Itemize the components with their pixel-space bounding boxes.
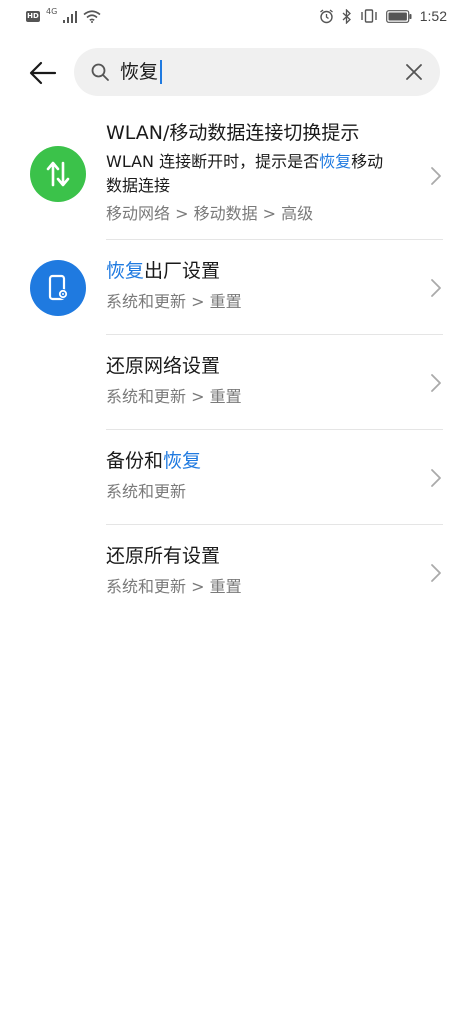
title-text: 出厂设置 [144,260,221,282]
vibrate-icon [361,9,377,23]
result-desc: WLAN 连接断开时，提示是否恢复移动 [106,150,423,174]
data-switch-icon [46,161,70,187]
search-input[interactable]: 恢复 [120,58,163,86]
status-left: HD 4G [26,7,101,23]
result-item-reset-network[interactable]: 还原网络设置 系统和更新 > 重置 [0,335,473,430]
phone-settings-icon [48,274,68,301]
wifi-icon [83,10,101,23]
highlight-text: 恢复 [106,260,145,282]
chevron-right-icon [431,469,441,487]
result-item-factory-reset[interactable]: 恢复出厂设置 系统和更新 > 重置 [0,240,473,335]
text-caret [160,60,163,84]
result-path: 系统和更新 > 重置 [106,577,242,596]
chevron-right-icon [431,167,441,185]
result-desc-line2: 数据连接 [106,176,171,195]
result-title: 备份和恢复 [106,448,423,474]
search-icon [91,63,109,81]
result-path: 系统和更新 [106,482,187,501]
result-text: 恢复出厂设置 系统和更新 > 重置 [106,258,423,314]
chevron-right-icon [431,374,441,392]
alarm-icon [319,8,333,23]
arrow-left-icon [29,61,57,85]
result-icon-wrap [30,146,86,202]
status-bar: HD 4G 1:52 [0,0,473,36]
result-path: 系统和更新 > 重置 [106,387,242,406]
search-box[interactable]: 恢复 [74,48,440,96]
result-item-wlan-switch-prompt[interactable]: WLAN/移动数据连接切换提示 WLAN 连接断开时，提示是否恢复移动 数据连接… [0,112,473,240]
result-item-backup-restore[interactable]: 备份和恢复 系统和更新 [0,430,473,525]
result-item-reset-all[interactable]: 还原所有设置 系统和更新 > 重置 [0,525,473,620]
title-text: 备份和 [106,450,164,472]
chevron-right-icon [431,564,441,582]
back-button[interactable] [26,56,60,90]
hd-badge: HD [26,11,40,22]
status-right: 1:52 [319,8,447,24]
result-path: 系统和更新 > 重置 [106,292,242,311]
highlight-text: 恢复 [163,450,202,472]
result-text: WLAN/移动数据连接切换提示 WLAN 连接断开时，提示是否恢复移动 数据连接… [106,120,423,226]
bluetooth-icon [342,8,351,24]
result-path: 移动网络 > 移动数据 > 高级 [106,204,314,223]
result-text: 还原网络设置 系统和更新 > 重置 [106,353,423,409]
result-title: 还原所有设置 [106,545,221,567]
search-header: 恢复 [0,46,473,98]
search-results-list: WLAN/移动数据连接切换提示 WLAN 连接断开时，提示是否恢复移动 数据连接… [0,112,473,620]
network-type: 4G [46,7,58,16]
status-time: 1:52 [419,8,447,24]
signal-icon [63,10,78,23]
result-icon-wrap [30,260,86,316]
chevron-right-icon [431,279,441,297]
battery-icon [385,9,412,23]
clear-search-button[interactable] [402,60,426,84]
result-title: 恢复出厂设置 [106,258,423,284]
highlight-text: 恢复 [319,152,352,171]
result-text: 备份和恢复 系统和更新 [106,448,423,504]
close-icon [406,64,422,80]
result-title: 还原网络设置 [106,355,221,377]
desc-text: 移动 [351,152,384,171]
desc-text: WLAN 连接断开时，提示是否 [106,152,320,171]
result-text: 还原所有设置 系统和更新 > 重置 [106,543,423,599]
result-title: WLAN/移动数据连接切换提示 [106,122,360,144]
search-query: 恢复 [120,61,159,83]
